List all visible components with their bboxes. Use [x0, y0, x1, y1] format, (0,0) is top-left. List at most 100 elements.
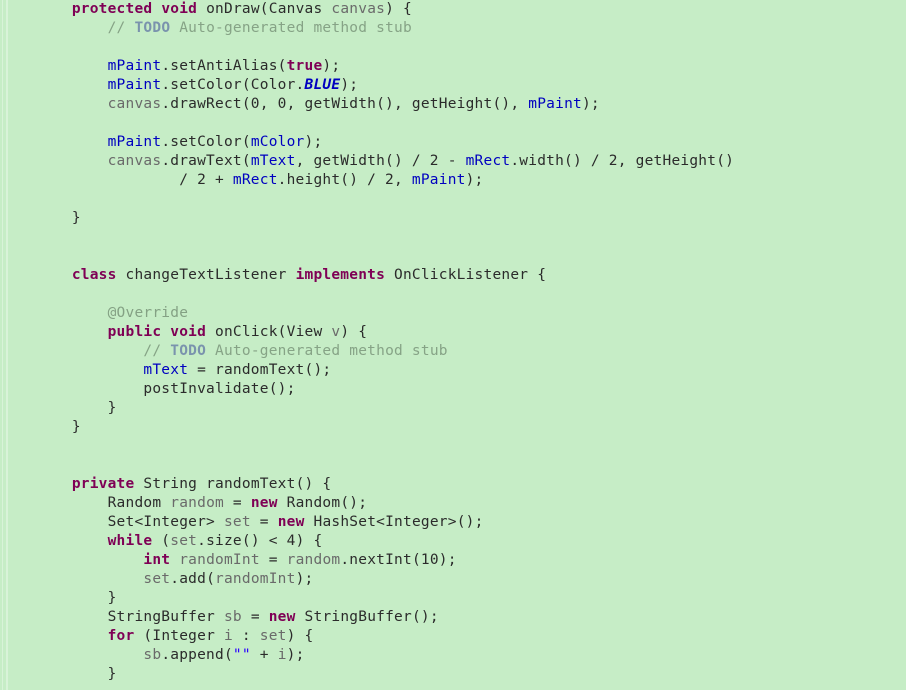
code-token-kw: void — [161, 1, 198, 17]
code-line[interactable]: int randomInt = random.nextInt(10); — [0, 551, 734, 570]
code-token-kw: int — [143, 552, 171, 568]
code-token-cmt: // — [107, 20, 135, 36]
code-token-pln — [152, 1, 161, 17]
code-token-pln: ) { — [340, 324, 368, 340]
code-token-fld: mText — [250, 153, 296, 169]
code-token-kw: void — [170, 324, 207, 340]
code-line[interactable]: } — [0, 589, 734, 608]
code-line[interactable]: sb.append("" + i); — [0, 646, 734, 665]
code-line[interactable]: Set<Integer> set = new HashSet<Integer>(… — [0, 513, 734, 532]
code-line[interactable]: postInvalidate(); — [0, 380, 734, 399]
code-token-pln: (Integer — [134, 628, 224, 644]
code-token-fld: mText — [143, 362, 189, 378]
code-line-blank[interactable] — [0, 684, 734, 690]
code-token-kw: new — [277, 514, 305, 530]
code-token-loc: set — [259, 628, 287, 644]
code-token-cmt: Auto-generated method stub — [206, 343, 448, 359]
code-line[interactable]: mPaint.setColor(Color.BLUE); — [0, 76, 734, 95]
code-token-pln: ); — [295, 571, 314, 587]
code-line[interactable]: while (set.size() < 4) { — [0, 532, 734, 551]
code-token-kw: true — [286, 58, 323, 74]
code-token-loc: random — [286, 552, 341, 568]
code-line[interactable]: public void onClick(View v) { — [0, 323, 734, 342]
code-line-blank[interactable] — [0, 437, 734, 456]
code-token-fld: mPaint — [528, 96, 582, 112]
code-token-pln: onClick(View — [206, 324, 332, 340]
code-token-fld: mPaint — [411, 172, 466, 188]
code-line[interactable]: Random random = new Random(); — [0, 494, 734, 513]
code-token-pln: : — [232, 628, 260, 644]
code-line[interactable]: protected void onDraw(Canvas canvas) { — [0, 0, 734, 19]
code-line[interactable]: canvas.drawText(mText, getWidth() / 2 - … — [0, 152, 734, 171]
code-token-kw: public — [107, 324, 162, 340]
code-line[interactable]: } — [0, 209, 734, 228]
code-token-pln: / 2 + — [179, 172, 233, 188]
code-token-pln: Random — [107, 495, 171, 511]
code-line-blank[interactable] — [0, 114, 734, 133]
code-line[interactable]: StringBuffer sb = new StringBuffer(); — [0, 608, 734, 627]
code-line[interactable]: class changeTextListener implements OnCl… — [0, 266, 734, 285]
code-line-blank[interactable] — [0, 456, 734, 475]
code-token-pln: + — [250, 647, 278, 663]
source-code-area[interactable]: protected void onDraw(Canvas canvas) { /… — [0, 0, 734, 690]
code-line[interactable]: } — [0, 665, 734, 684]
code-token-loc: v — [331, 324, 341, 340]
code-line[interactable]: // TODO Auto-generated method stub — [0, 342, 734, 361]
code-token-ann: @Override — [107, 305, 189, 321]
code-token-pln — [161, 324, 170, 340]
code-line[interactable]: } — [0, 418, 734, 437]
code-token-loc: random — [170, 495, 224, 511]
code-token-pln: ) { — [385, 1, 412, 17]
code-token-pln: } — [71, 210, 81, 226]
code-line[interactable]: } — [0, 399, 734, 418]
code-line-blank[interactable] — [0, 228, 734, 247]
code-token-pln: String randomText() { — [134, 476, 332, 492]
code-token-kw: new — [250, 495, 278, 511]
code-token-pln: ); — [340, 77, 359, 93]
code-token-loc: canvas — [107, 153, 162, 169]
code-line-blank[interactable] — [0, 285, 734, 304]
code-line-blank[interactable] — [0, 247, 734, 266]
code-token-pln: .setAntiAlias( — [161, 58, 287, 74]
code-token-pln: ); — [286, 647, 305, 663]
code-token-kw: while — [107, 533, 153, 549]
code-line[interactable]: @Override — [0, 304, 734, 323]
code-token-pln: = — [241, 609, 269, 625]
code-token-kw: private — [71, 476, 135, 492]
code-token-loc: sb — [143, 647, 162, 663]
code-line[interactable]: canvas.drawRect(0, 0, getWidth(), getHei… — [0, 95, 734, 114]
code-token-loc: i — [223, 628, 233, 644]
code-editor-viewport[interactable]: protected void onDraw(Canvas canvas) { /… — [0, 0, 906, 690]
code-token-fld: mPaint — [107, 58, 162, 74]
code-line[interactable]: mPaint.setColor(mColor); — [0, 133, 734, 152]
code-line[interactable]: // TODO Auto-generated method stub — [0, 19, 734, 38]
code-line[interactable]: for (Integer i : set) { — [0, 627, 734, 646]
code-line[interactable]: / 2 + mRect.height() / 2, mPaint); — [0, 171, 734, 190]
code-token-pln: OnClickListener { — [385, 267, 547, 283]
code-line-blank[interactable] — [0, 190, 734, 209]
code-token-pln: .size() < 4) { — [197, 533, 323, 549]
code-line-blank[interactable] — [0, 38, 734, 57]
code-token-cmt: // — [143, 343, 171, 359]
code-token-pln: StringBuffer(); — [295, 609, 439, 625]
code-line[interactable]: mText = randomText(); — [0, 361, 734, 380]
code-token-pln: .setColor( — [161, 134, 251, 150]
code-token-kw: protected — [71, 1, 153, 17]
code-line[interactable]: set.add(randomInt); — [0, 570, 734, 589]
code-line[interactable]: private String randomText() { — [0, 475, 734, 494]
code-token-loc: set — [170, 533, 198, 549]
code-token-loc: randomInt — [179, 552, 260, 568]
code-line[interactable]: mPaint.setAntiAlias(true); — [0, 57, 734, 76]
